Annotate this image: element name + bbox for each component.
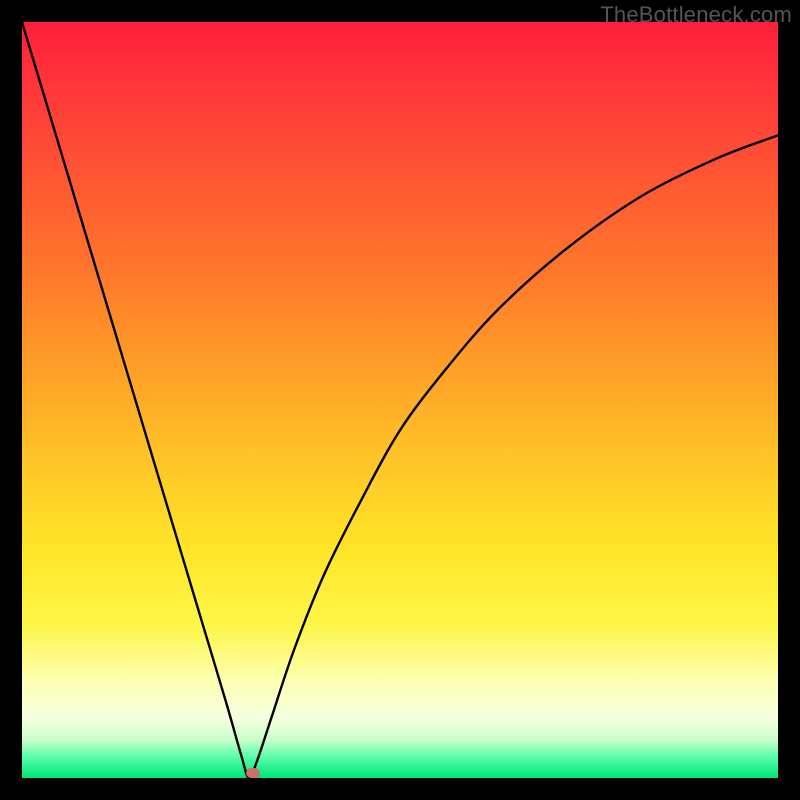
optimal-point-marker — [246, 768, 260, 778]
plot-area — [22, 22, 778, 778]
bottleneck-curve — [22, 22, 778, 778]
watermark-text: TheBottleneck.com — [600, 2, 792, 28]
chart-frame: TheBottleneck.com — [0, 0, 800, 800]
curve-svg — [22, 22, 778, 778]
